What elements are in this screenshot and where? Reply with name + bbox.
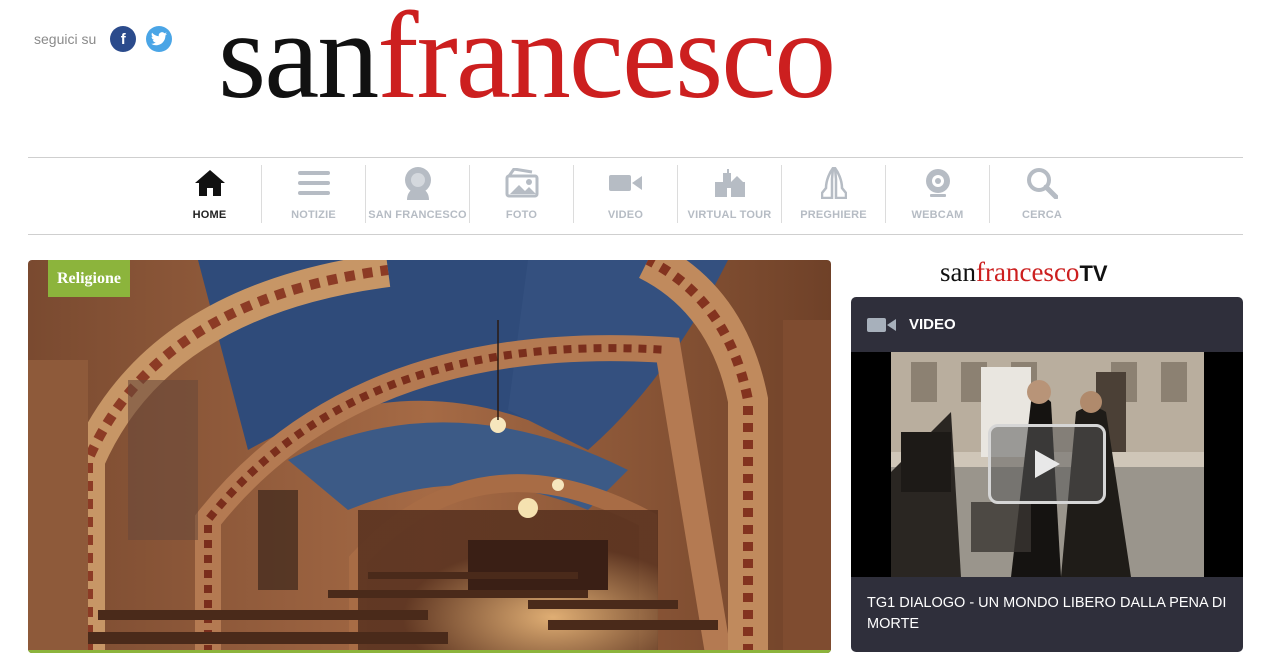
twitter-icon[interactable] bbox=[146, 26, 173, 52]
nav-label: NOTIZIE bbox=[291, 209, 336, 221]
nav-preghiere[interactable]: PREGHIERE bbox=[782, 165, 886, 223]
social-bar: seguici su f bbox=[34, 26, 182, 52]
social-label: seguici su bbox=[34, 31, 97, 47]
site-logo[interactable]: sanfrancesco bbox=[218, 0, 836, 118]
praying-hands-icon bbox=[820, 167, 847, 199]
tv-logo-francesco: francesco bbox=[976, 257, 1080, 287]
logo-francesco: francesco bbox=[377, 0, 836, 124]
play-icon bbox=[1035, 450, 1060, 478]
nav-san-francesco[interactable]: SAN FRANCESCO bbox=[366, 165, 470, 223]
basilica-icon bbox=[714, 169, 745, 197]
page: seguici su f sanfrancesco HOME NOTIZIE S… bbox=[0, 0, 1270, 653]
nav-home[interactable]: HOME bbox=[158, 165, 262, 223]
nav-label: SAN FRANCESCO bbox=[368, 209, 467, 221]
home-icon bbox=[194, 170, 225, 196]
divider-bottom bbox=[28, 234, 1243, 235]
tv-logo[interactable]: sanfrancescoTV bbox=[940, 257, 1108, 288]
nav-label: VIDEO bbox=[607, 209, 644, 221]
play-button[interactable] bbox=[988, 424, 1106, 504]
video-widget: VIDEO TG1 DIALOGO - UN MONDO LIBERO DALL… bbox=[851, 297, 1243, 652]
tv-logo-san: san bbox=[940, 257, 976, 287]
nav-label: VIRTUAL TOUR bbox=[687, 209, 772, 221]
video-widget-header: VIDEO bbox=[851, 297, 1243, 352]
video-camera-icon bbox=[867, 317, 896, 332]
video-camera-icon bbox=[608, 175, 642, 191]
nav-cerca[interactable]: CERCA bbox=[990, 165, 1094, 223]
nav-foto[interactable]: FOTO bbox=[470, 165, 574, 223]
tv-logo-tv: TV bbox=[1079, 261, 1108, 286]
nav-video[interactable]: VIDEO bbox=[574, 165, 678, 223]
photo-icon bbox=[505, 168, 538, 198]
webcam-icon bbox=[925, 169, 950, 197]
video-widget-title: VIDEO bbox=[909, 316, 956, 333]
divider-top bbox=[28, 157, 1243, 158]
nav-label: CERCA bbox=[1021, 209, 1063, 221]
nav-notizie[interactable]: NOTIZIE bbox=[262, 165, 366, 223]
logo-san: san bbox=[218, 0, 379, 124]
nav-label: PREGHIERE bbox=[800, 209, 867, 221]
hero-article[interactable]: Religione bbox=[28, 260, 831, 653]
saint-icon bbox=[404, 167, 431, 200]
nav-webcam[interactable]: WEBCAM bbox=[886, 165, 990, 223]
search-icon bbox=[1027, 168, 1058, 199]
nav-label: WEBCAM bbox=[911, 209, 964, 221]
nav-label: FOTO bbox=[505, 209, 538, 221]
video-caption[interactable]: TG1 DIALOGO - UN MONDO LIBERO DALLA PENA… bbox=[867, 593, 1227, 635]
facebook-icon[interactable]: f bbox=[110, 26, 137, 52]
nav-virtual-tour[interactable]: VIRTUAL TOUR bbox=[678, 165, 782, 223]
nav-label: HOME bbox=[192, 209, 227, 221]
hero-image bbox=[28, 260, 831, 653]
menu-icon bbox=[297, 171, 330, 195]
main-nav: HOME NOTIZIE SAN FRANCESCO FOTO VIDEO VI… bbox=[158, 165, 1094, 223]
video-player[interactable] bbox=[851, 352, 1243, 577]
category-badge[interactable]: Religione bbox=[48, 260, 130, 297]
